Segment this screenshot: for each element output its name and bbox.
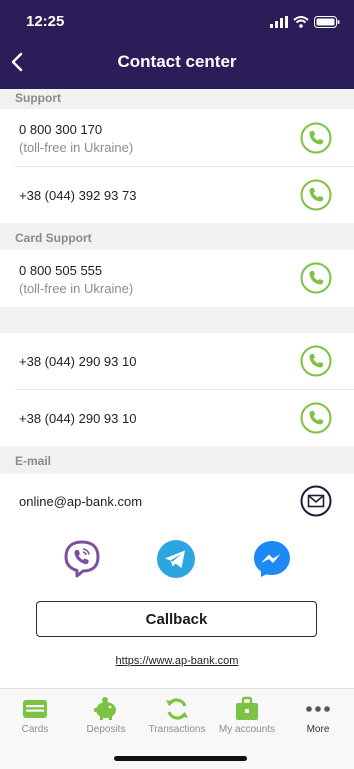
tab-label: My accounts: [218, 724, 276, 735]
contact-row-support-2[interactable]: +38 (044) 392 93 73: [0, 167, 354, 223]
contact-row-support-1[interactable]: 0 800 300 170 (toll-free in Ukraine): [0, 109, 354, 166]
signal-icon: [270, 16, 288, 28]
website-link[interactable]: https://www.ap-bank.com: [0, 655, 354, 667]
tab-cards[interactable]: Cards: [0, 689, 70, 741]
card-icon: [23, 700, 47, 718]
status-time: 12:25: [26, 13, 65, 30]
refresh-icon: [166, 698, 188, 720]
status-icons: [270, 15, 340, 29]
battery-icon: [314, 16, 340, 28]
section-label-email: E-mail: [15, 454, 52, 468]
section-spacer: [0, 333, 354, 341]
phone-number: +38 (044) 392 93 73: [19, 188, 137, 203]
section-support: Support: [0, 89, 354, 109]
callback-button[interactable]: Callback: [36, 601, 317, 637]
phone-number: +38 (044) 290 93 10: [19, 411, 137, 426]
section-label-support: Support: [15, 91, 61, 105]
viber-icon[interactable]: [62, 539, 102, 579]
phone-note: (toll-free in Ukraine): [19, 140, 134, 155]
tab-label: More: [306, 724, 330, 735]
phone-icon[interactable]: [300, 345, 332, 377]
phone-number: +38 (044) 290 93 10: [19, 354, 137, 369]
tab-more[interactable]: More: [283, 689, 353, 741]
phone-icon[interactable]: [300, 262, 332, 294]
contact-row-card-2[interactable]: +38 (044) 290 93 10: [0, 341, 354, 389]
phone-number: 0 800 505 555: [19, 263, 103, 278]
phone-icon[interactable]: [300, 402, 332, 434]
status-bar: 12:25: [0, 0, 354, 44]
section-blank: [0, 307, 354, 333]
phone-icon[interactable]: [300, 122, 332, 154]
section-email: E-mail: [0, 446, 354, 474]
tab-my-accounts[interactable]: My accounts: [212, 689, 282, 741]
tab-deposits[interactable]: Deposits: [71, 689, 141, 741]
contact-row-card-3[interactable]: +38 (044) 290 93 10: [0, 390, 354, 446]
contact-row-card-1[interactable]: 0 800 505 555 (toll-free in Ukraine): [0, 250, 354, 307]
section-label-card-support: Card Support: [15, 231, 92, 245]
messenger-icon[interactable]: [252, 539, 292, 579]
tab-label: Cards: [21, 724, 49, 735]
briefcase-icon: [236, 696, 258, 720]
email-address: online@ap-bank.com: [19, 494, 143, 509]
email-row[interactable]: online@ap-bank.com: [0, 474, 354, 530]
tab-transactions[interactable]: Transactions: [142, 689, 212, 741]
app-header: 12:25 Contact center: [0, 0, 354, 89]
phone-icon[interactable]: [300, 179, 332, 211]
telegram-icon[interactable]: [156, 539, 196, 579]
more-dots-icon: [306, 706, 330, 712]
phone-number: 0 800 300 170: [19, 122, 103, 137]
section-card-support: Card Support: [0, 223, 354, 250]
tab-label: Deposits: [86, 724, 126, 735]
wifi-icon: [293, 16, 309, 28]
home-indicator: [114, 756, 247, 761]
piggy-bank-icon: [94, 697, 116, 720]
phone-note: (toll-free in Ukraine): [19, 281, 134, 296]
tab-label: Transactions: [148, 724, 206, 735]
mail-icon[interactable]: [300, 485, 332, 517]
page-title: Contact center: [117, 52, 237, 71]
